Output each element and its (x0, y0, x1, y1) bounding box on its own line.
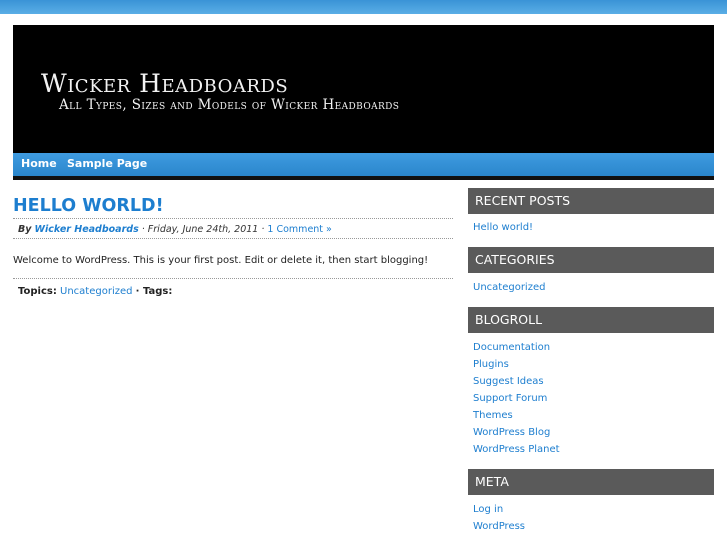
category-link-uncategorized[interactable]: Uncategorized (473, 282, 545, 293)
blogroll-link-documentation[interactable]: Documentation (473, 342, 550, 353)
blogroll-link-plugins[interactable]: Plugins (473, 359, 509, 370)
post-title[interactable]: HELLO WORLD! (13, 196, 164, 216)
meta-heading: META (468, 469, 714, 495)
divider (13, 218, 453, 219)
top-strip (0, 0, 727, 14)
meta-link-login[interactable]: Log in (473, 504, 503, 515)
tags-label: · Tags: (135, 286, 173, 297)
meta-link-wordpress[interactable]: WordPress (473, 521, 525, 532)
site-title[interactable]: Wicker Headboards (41, 69, 288, 98)
nav-item-sample-page[interactable]: Sample Page (67, 157, 147, 170)
divider (13, 278, 453, 279)
site-description: All Types, Sizes and Models of Wicker He… (59, 97, 400, 113)
post-footer-meta: Topics: Uncategorized · Tags: (18, 286, 172, 297)
comments-link[interactable]: 1 Comment » (267, 224, 331, 235)
blogroll-heading: BLOGROLL (468, 307, 714, 333)
post-date: · Friday, June 24th, 2011 · (141, 224, 265, 235)
blogroll-link-themes[interactable]: Themes (473, 410, 513, 421)
post-content: Welcome to WordPress. This is your first… (13, 255, 429, 266)
by-label: By (18, 224, 32, 235)
topics-label: Topics: (18, 286, 57, 297)
blogroll-link-support-forum[interactable]: Support Forum (473, 393, 547, 404)
nav-item-home[interactable]: Home (21, 157, 57, 170)
divider (13, 238, 453, 239)
recent-post-link[interactable]: Hello world! (473, 222, 533, 233)
blogroll-link-suggest-ideas[interactable]: Suggest Ideas (473, 376, 544, 387)
categories-heading: CATEGORIES (468, 247, 714, 273)
main-navigation: Home Sample Page (13, 153, 714, 180)
recent-posts-heading: RECENT POSTS (468, 188, 714, 214)
post-author-link[interactable]: Wicker Headboards (34, 224, 138, 235)
blogroll-link-wordpress-planet[interactable]: WordPress Planet (473, 444, 560, 455)
site-header: Wicker Headboards All Types, Sizes and M… (13, 25, 714, 153)
category-link[interactable]: Uncategorized (60, 286, 132, 297)
post-meta: By Wicker Headboards · Friday, June 24th… (18, 224, 332, 235)
blogroll-link-wordpress-blog[interactable]: WordPress Blog (473, 427, 550, 438)
